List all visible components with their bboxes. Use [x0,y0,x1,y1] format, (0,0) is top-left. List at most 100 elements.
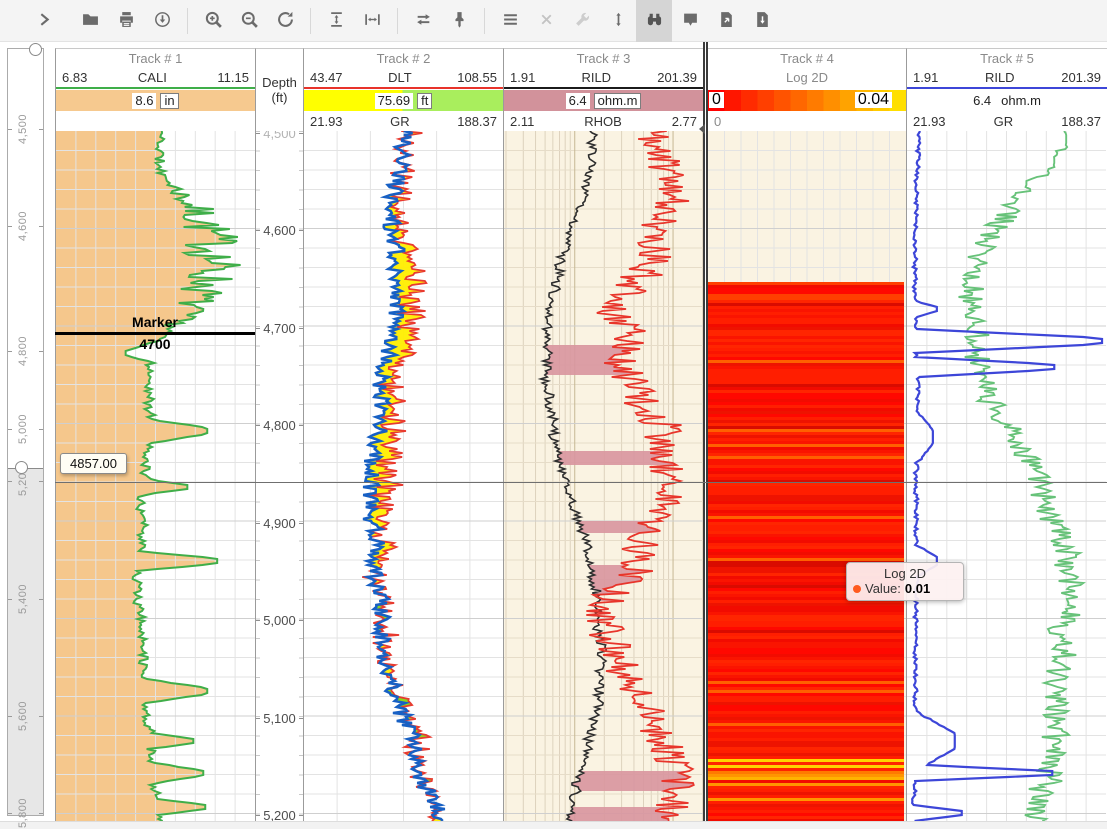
tooltip-value: 0.01 [905,581,930,596]
print-button[interactable] [108,0,144,42]
tools-button[interactable] [564,0,600,42]
fit-width-button[interactable] [354,0,390,42]
swap-orientation-button[interactable] [405,0,441,42]
unit-chip: in [160,93,178,109]
depth-label: 5,000 [256,612,303,630]
marker-depth: 4700 [55,336,255,352]
export-file-button[interactable] [708,0,744,42]
pin-button[interactable] [441,0,477,42]
download-circle-icon [154,11,171,31]
navigator-tick [8,481,12,482]
value-badge: 75.69ft [304,90,503,111]
navigator-handle-bottom[interactable] [15,461,28,474]
colorbar-max: 0.04 [855,92,892,108]
close-icon [538,11,555,31]
unit-text: ohm.m [1001,93,1041,108]
navigator-depth-label: 4,600 [17,211,29,241]
curve-name: Log 2D [786,70,828,85]
hamburger-icon [502,11,519,31]
navigator-depth-label: 4,500 [17,114,29,144]
track-title: Track # 1 [56,49,255,67]
curve-color-underline [504,87,703,89]
curve-min: 1.91 [913,70,938,85]
save-file-button[interactable] [744,0,780,42]
depth-label: 4,500 [256,131,303,142]
tooltip-title: Log 2D [853,566,957,581]
close-button[interactable] [528,0,564,42]
menu-button[interactable] [492,0,528,42]
fit-height-icon [328,11,345,31]
fit-height-button[interactable] [318,0,354,42]
curve-color-underline [56,87,255,89]
log-display: 4,5004,6004,8005,0005,2005,4005,6005,800… [0,42,1107,821]
curve-name: CALI [138,70,167,85]
navigator-tick [8,226,12,227]
depth-axis: 4,5004,6004,7004,8004,9005,0005,1005,200 [255,131,303,821]
depth-label: 4,800 [256,417,303,435]
pin-icon [451,11,468,31]
marker-label: Marker [55,314,255,330]
navigator-depth-label: 5,600 [17,701,29,731]
unit-chip: ft [417,93,432,109]
curve-min: 21.93 [913,114,946,129]
track-5-plot[interactable] [906,131,1107,821]
open-folder-button[interactable] [72,0,108,42]
navigator-depth-label: 5,400 [17,584,29,614]
inspect-button[interactable] [636,0,672,42]
value-chip: 6.4 [566,93,590,109]
track-1-plot[interactable] [55,131,255,821]
reset-view-button[interactable] [267,0,303,42]
download-button[interactable] [144,0,180,42]
value-badge: 6.4ohm.m [907,90,1107,111]
depth-label: 4,900 [256,514,303,532]
arrows-up-down-icon [610,11,627,31]
track-4-plot[interactable] [708,131,906,821]
navigator-tick [8,599,12,600]
well-marker: Marker 4700 [55,332,255,335]
curve-max: 2.77 [672,114,697,129]
depth-label: 5,100 [256,709,303,727]
toolbar-separator [484,8,485,34]
speech-bubble-icon [682,11,699,31]
curve-name: GR [390,114,410,129]
tooltip-mode-button[interactable] [672,0,708,42]
chevron-right-icon [36,11,53,31]
track-3-plot[interactable] [503,131,703,821]
curve-min: 6.83 [62,70,87,85]
track-5-header: Track # 5 1.91RILD201.39 6.4ohm.m 21.93G… [906,48,1107,131]
curve-max: 188.37 [457,114,497,129]
zoom-in-icon [204,10,223,32]
welllog-app: 4,5004,6004,8005,0005,2005,4005,6005,800… [0,0,1107,828]
value-tooltip: Log 2D Value:0.01 [846,562,964,601]
navigator-tick [8,129,12,130]
series-dot-icon [853,585,861,593]
curve-name: RHOB [584,114,622,129]
binoculars-icon [646,11,663,31]
navigator-visible-range[interactable] [8,49,43,469]
navigator-tick [39,716,43,717]
depth-label: 4,700 [256,319,303,337]
track-title: Track # 2 [304,49,503,67]
navigator-tick [39,226,43,227]
track-title: Track # 4 [708,49,906,67]
depth-navigator: 4,5004,6004,8005,0005,2005,4005,6005,800 [0,42,55,821]
expand-panel-button[interactable] [26,0,62,42]
navigator-handle-top[interactable] [29,43,42,56]
printer-icon [118,11,135,31]
track-2-header: Track # 2 43.47DLT108.55 75.69ft 21.93GR… [303,48,503,131]
track-2-plot[interactable] [303,131,503,821]
vertical-scale-button[interactable] [600,0,636,42]
navigator-depth-label: 4,800 [17,336,29,366]
splitter-grip-icon[interactable] [699,124,705,134]
navigator-strip[interactable]: 4,5004,6004,8005,0005,2005,4005,6005,800 [7,48,44,816]
zoom-out-button[interactable] [231,0,267,42]
navigator-tick [39,129,43,130]
crosshair-depth-label: 4857.00 [60,453,127,474]
curve-name: GR [994,114,1014,129]
value-badge: 8.6in [56,90,255,111]
zoom-in-button[interactable] [195,0,231,42]
file-download-icon [754,11,771,31]
toolbar [0,0,1107,42]
file-export-icon [718,11,735,31]
track-5: Track # 5 1.91RILD201.39 6.4ohm.m 21.93G… [906,42,1107,821]
